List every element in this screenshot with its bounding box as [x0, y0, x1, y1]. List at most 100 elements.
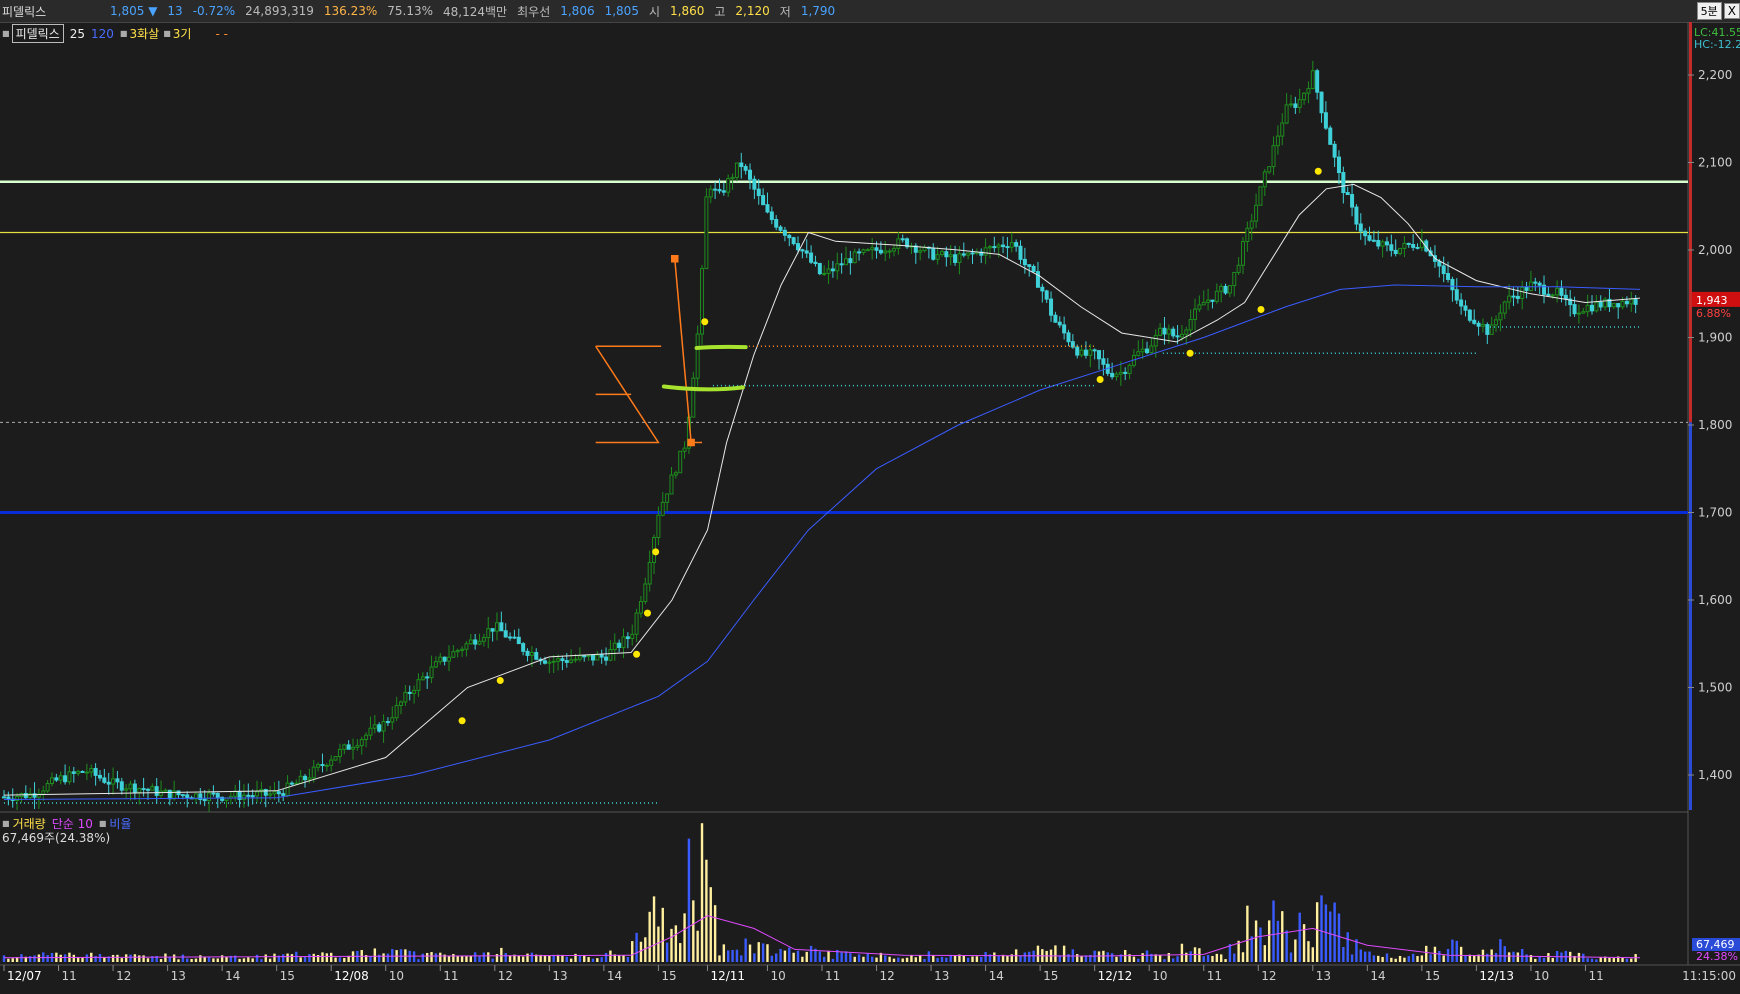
candle-body [617, 642, 622, 648]
annotation-marker [687, 438, 695, 447]
candle-body [843, 258, 848, 266]
volume-bar [1315, 902, 1319, 962]
volume-bar [831, 958, 835, 962]
candle-body [36, 793, 41, 798]
volume-bar [853, 956, 856, 962]
candle-body [704, 196, 709, 270]
legend-stock-name[interactable]: 피델릭스 [11, 24, 64, 43]
candle-body [220, 796, 225, 801]
volume-bar [1115, 956, 1118, 962]
price-tick-label: 1,600 [1698, 593, 1732, 607]
volume-pct-label[interactable]: 비율 [109, 815, 131, 832]
candle-body [1267, 166, 1272, 173]
candle-body [1245, 227, 1250, 242]
candle-body [822, 272, 827, 275]
candle-body [700, 268, 705, 335]
volume-bar [255, 954, 259, 962]
time-label: 13 [1316, 969, 1331, 983]
volume-current-label: 67,469 [1696, 938, 1735, 951]
stock-name[interactable]: 피델릭스 [0, 3, 100, 20]
candle-body [1498, 312, 1503, 321]
volume-bar [1420, 955, 1424, 962]
current-price: 1,805 ▼ [110, 4, 158, 18]
candle-body [1053, 314, 1058, 323]
candle-body [63, 775, 68, 783]
candle-body [1188, 319, 1193, 331]
volume-bar [827, 950, 830, 962]
candle-body [1262, 171, 1267, 188]
candle-body [590, 654, 595, 661]
volume-bar [1411, 953, 1415, 962]
candle-body [1459, 299, 1464, 307]
volume-bar [1590, 958, 1594, 962]
highlight-stroke [661, 384, 745, 392]
candle-body [468, 639, 473, 645]
volume-bar [814, 948, 817, 962]
current-pct-label: 6.88% [1696, 307, 1731, 320]
volume-bar [713, 905, 717, 962]
candle-body [1288, 103, 1293, 106]
volume-bar [129, 954, 132, 962]
time-label: 13 [934, 969, 949, 983]
volume-bar [430, 952, 433, 962]
candle-body [534, 652, 539, 660]
volume-bar [1555, 951, 1559, 962]
time-label: 15 [1425, 969, 1440, 983]
close-button[interactable]: X [1723, 3, 1740, 19]
legend-indicator-1[interactable]: 3화살 [129, 25, 159, 42]
volume-bar [1145, 950, 1149, 962]
candle-body [250, 795, 255, 798]
lc-label: LC:41.55 [1694, 26, 1740, 39]
candle-body [529, 652, 534, 656]
candle-body [119, 781, 124, 791]
legend-ma-long[interactable]: 120 [91, 27, 114, 41]
volume-bar [679, 943, 682, 962]
candle-body [124, 788, 129, 791]
time-label: 10 [770, 969, 785, 983]
volume-bar [1246, 905, 1249, 962]
candle-body [1380, 241, 1385, 247]
time-label: 15 [280, 969, 295, 983]
volume-bar [1124, 949, 1127, 962]
volume-bar [932, 955, 935, 962]
period-button[interactable]: 5분 [1696, 2, 1722, 20]
volume-bar [1032, 950, 1035, 962]
volume-bar [1503, 946, 1506, 962]
candle-body [1171, 328, 1176, 337]
volume-bar [369, 956, 372, 962]
volume-bar [11, 958, 14, 962]
volume-bar [1289, 952, 1293, 962]
candle-body [84, 771, 89, 774]
volume-bar [1433, 946, 1437, 962]
time-label: 14 [989, 969, 1004, 983]
volume-bar [609, 950, 612, 962]
volume-bar [1494, 953, 1498, 962]
volume-bar [626, 957, 630, 962]
legend-indicator-2[interactable]: 3기 [173, 25, 192, 42]
candle-body [1136, 351, 1141, 356]
volume-bar [966, 957, 970, 962]
candle-body [1035, 271, 1040, 288]
candle-body [852, 251, 857, 264]
candle-body [625, 636, 630, 640]
candle-body [499, 622, 504, 632]
candle-body [1193, 308, 1198, 321]
price-chart[interactable]: 2,200 2,100 2,000 1,900 1,800 1,700 1,600 1,500… [0, 0, 1740, 994]
candle-body [1389, 244, 1394, 251]
candle-body [686, 416, 691, 449]
candle-body [438, 656, 443, 663]
volume-bar [146, 958, 150, 962]
candle-body [891, 247, 896, 252]
candle-body [804, 250, 809, 254]
volume-bar [15, 957, 19, 962]
candle-body [512, 636, 517, 639]
volume-bar [988, 954, 992, 962]
signal-dot [701, 318, 709, 326]
volume-bar [155, 955, 158, 962]
volume-bar [587, 957, 590, 962]
candle-body [756, 188, 761, 197]
candle-body [1332, 143, 1337, 158]
candle-body [1105, 363, 1110, 374]
legend-ma-short[interactable]: 25 [70, 27, 85, 41]
candle-body [198, 793, 203, 800]
